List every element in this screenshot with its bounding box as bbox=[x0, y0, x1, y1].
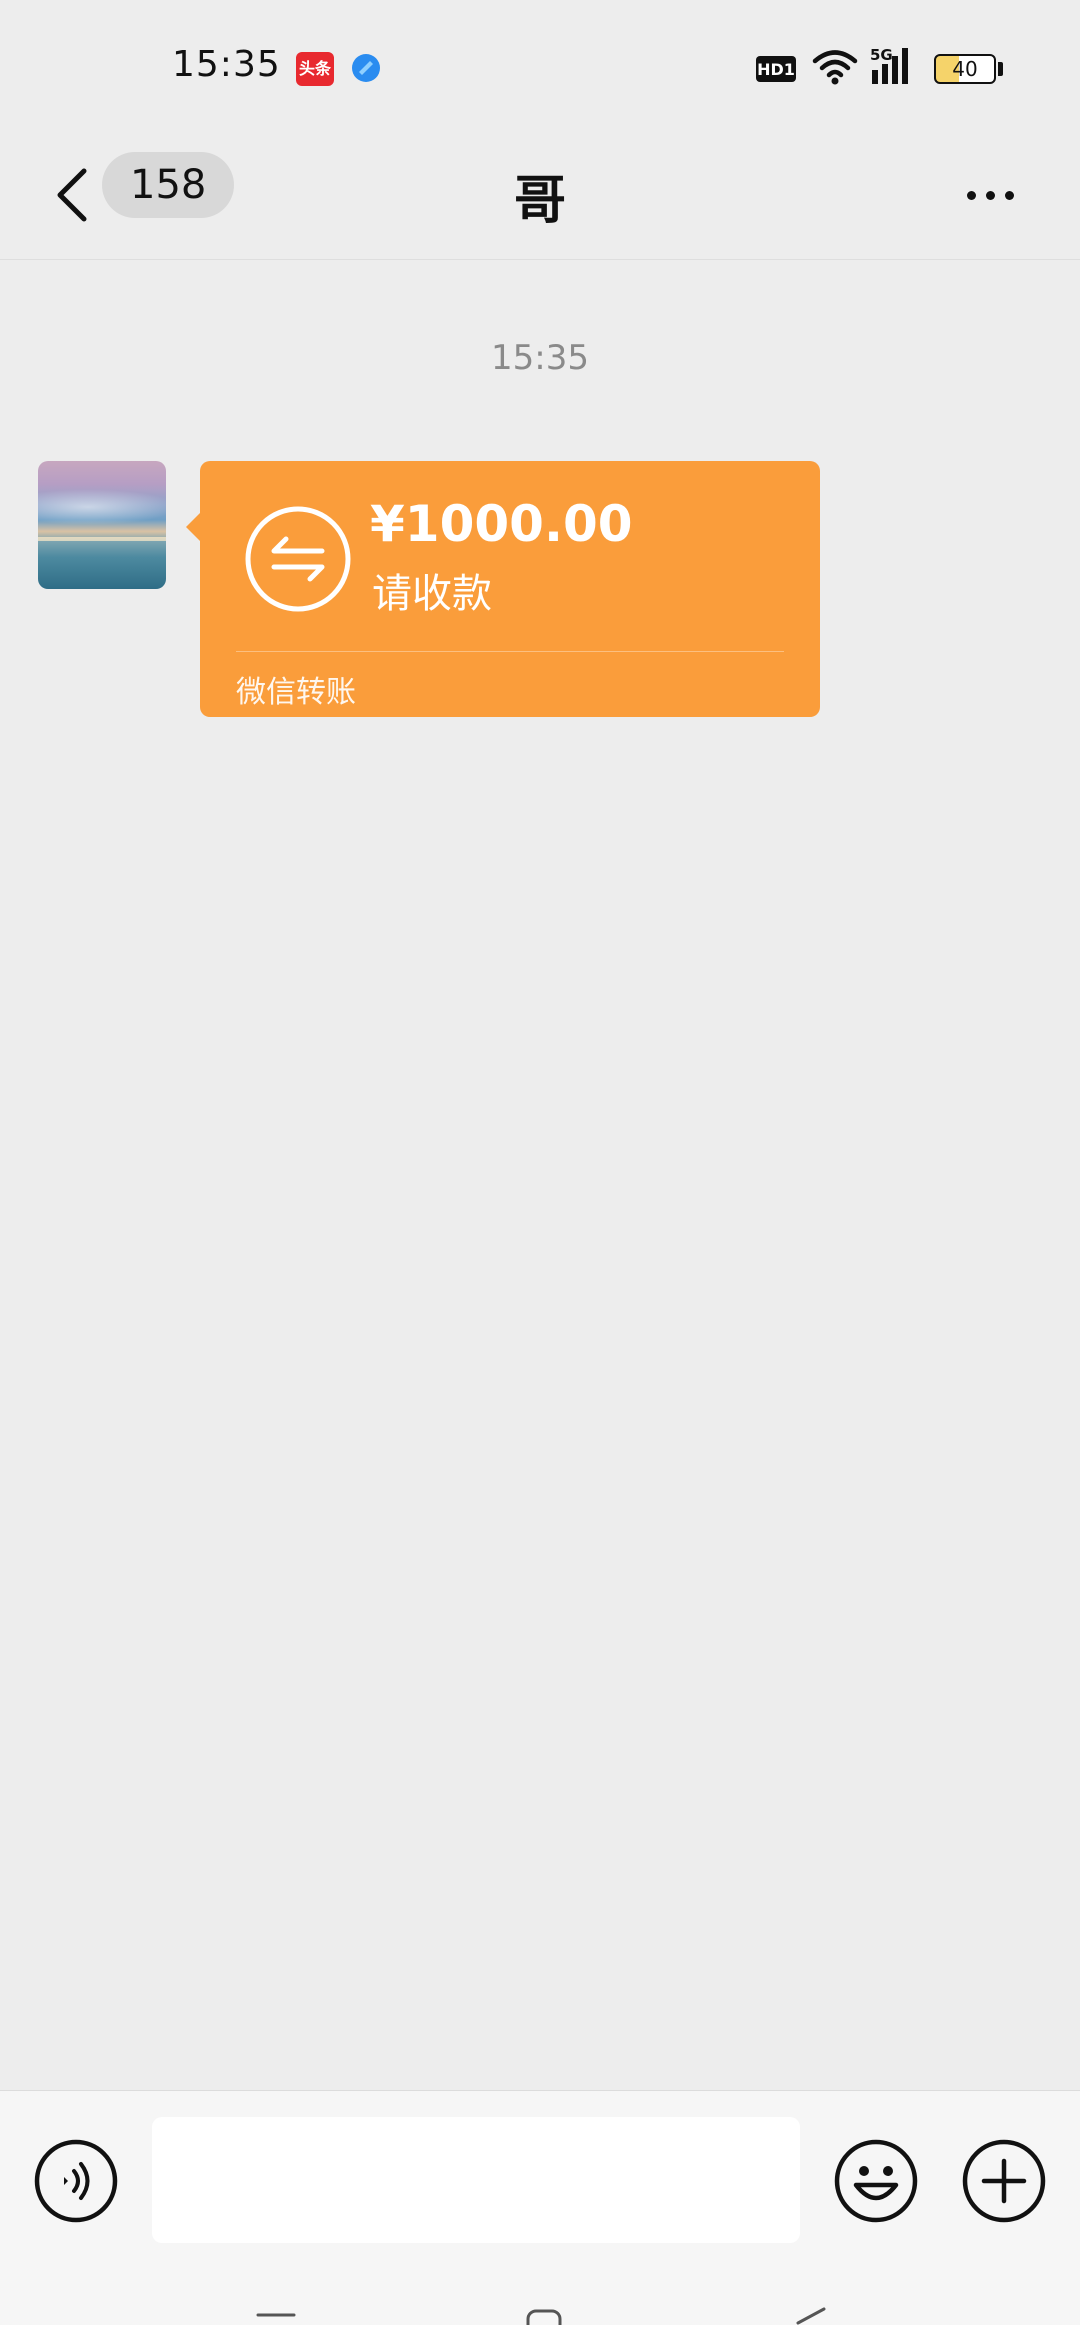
voice-icon[interactable] bbox=[34, 2139, 118, 2223]
toutiao-app-icon: 头条 bbox=[296, 52, 334, 86]
plus-icon[interactable] bbox=[962, 2139, 1046, 2223]
transfer-status: 请收款 bbox=[372, 571, 492, 617]
chat-title: 哥 bbox=[513, 171, 566, 231]
network-type-label: 5G bbox=[870, 46, 893, 64]
message-timestamp: 15:35 bbox=[491, 338, 589, 378]
transfer-arrows-icon bbox=[245, 506, 351, 612]
ellipsis-icon bbox=[966, 190, 976, 200]
status-time: 15:35 bbox=[172, 44, 281, 85]
status-bar: 15:35 头条 HD1 5G 40 bbox=[0, 0, 1080, 130]
avatar-horizon bbox=[38, 537, 166, 541]
sender-avatar[interactable] bbox=[38, 461, 166, 589]
ellipsis-dot bbox=[1004, 190, 1014, 200]
blue-app-icon bbox=[352, 54, 380, 82]
battery-level: 40 bbox=[952, 57, 978, 81]
battery-icon: 40 bbox=[934, 54, 996, 84]
home-icon[interactable] bbox=[524, 2265, 564, 2325]
chat-screen: 15:35 头条 HD1 5G 40 158 哥 15:35 ¥1000.00 … bbox=[0, 0, 1080, 2325]
transfer-source-label: 微信转账 bbox=[236, 675, 356, 710]
transfer-divider bbox=[236, 651, 784, 652]
emoji-icon[interactable] bbox=[834, 2139, 918, 2223]
avatar-cloud bbox=[38, 489, 166, 525]
wifi-icon bbox=[812, 50, 858, 85]
chat-header: 158 哥 bbox=[0, 130, 1080, 260]
chat-input-bar bbox=[0, 2090, 1080, 2265]
transfer-amount: ¥1000.00 bbox=[370, 495, 633, 553]
transfer-message-card[interactable]: ¥1000.00 请收款 微信转账 bbox=[186, 461, 820, 717]
menu-icon[interactable] bbox=[256, 2265, 296, 2325]
system-navigation-bar bbox=[0, 2265, 1080, 2325]
cellular-signal-icon: 5G bbox=[870, 46, 908, 84]
battery-cap bbox=[998, 62, 1003, 76]
hd-badge: HD1 bbox=[756, 56, 796, 82]
message-input[interactable] bbox=[152, 2117, 800, 2243]
more-options-button[interactable] bbox=[958, 160, 1022, 230]
ellipsis-dot bbox=[985, 190, 995, 200]
system-back-icon[interactable] bbox=[790, 2265, 830, 2325]
